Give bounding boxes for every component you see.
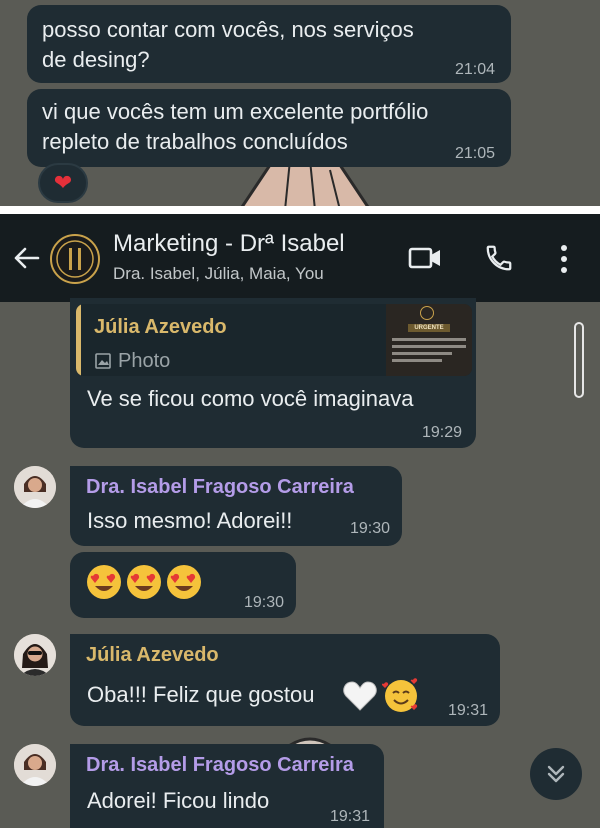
smiling-face-with-hearts-emoji-icon — [382, 678, 418, 712]
message-text: Adorei! Ficou lindo — [87, 788, 270, 813]
message-time: 19:31 — [447, 702, 488, 719]
reply-message-bubble[interactable]: Júlia Azevedo Photo URGENTE Ve se ficou … — [70, 298, 476, 448]
heart-eyes-emoji-icon — [127, 565, 161, 599]
phone-call-icon[interactable] — [484, 243, 514, 273]
isabel-avatar-icon — [14, 466, 56, 508]
message-sender: Dra. Isabel Fragoso Carreira — [86, 754, 354, 776]
thumbnail-text — [392, 352, 452, 355]
scroll-to-bottom-button[interactable] — [530, 748, 582, 800]
heart-eyes-emoji-icon — [87, 565, 121, 599]
quote-type: Photo — [118, 350, 171, 372]
message-bubble[interactable]: vi que vocês tem um excelente portfólio … — [27, 89, 511, 167]
chat-participants[interactable]: Dra. Isabel, Júlia, Maia, You — [113, 264, 324, 284]
julia-avatar-icon — [14, 634, 56, 676]
message-bubble[interactable]: Dra. Isabel Fragoso Carreira Adorei! Fic… — [70, 744, 384, 828]
message-time: 21:04 — [454, 61, 495, 78]
heart-reaction[interactable]: ❤ — [38, 163, 88, 203]
thumbnail-text — [392, 359, 442, 362]
quoted-message[interactable]: Júlia Azevedo Photo URGENTE — [76, 304, 472, 376]
thumbnail-badge: URGENTE — [408, 324, 450, 332]
message-bubble[interactable]: Júlia Azevedo Oba!!! Feliz que gostou 19… — [70, 634, 500, 726]
message-bubble[interactable]: Dra. Isabel Fragoso Carreira Isso mesmo!… — [70, 466, 402, 546]
top-chat-panel: posso contar com vocês, nos serviços de … — [0, 0, 600, 206]
message-sender: Júlia Azevedo — [86, 644, 219, 666]
photo-icon — [95, 353, 111, 369]
avatar[interactable] — [14, 634, 56, 676]
avatar[interactable] — [14, 466, 56, 508]
quote-sender: Júlia Azevedo — [94, 316, 227, 338]
more-options-icon[interactable] — [558, 244, 570, 274]
thumbnail-logo — [420, 306, 434, 320]
message-time: 19:30 — [243, 594, 284, 611]
video-call-icon[interactable] — [408, 246, 442, 270]
heart-eyes-emoji-icon — [167, 565, 201, 599]
thumbnail-text — [392, 345, 466, 348]
isabel-avatar-icon — [14, 744, 56, 786]
quote-thumbnail[interactable]: URGENTE — [386, 304, 472, 376]
group-avatar-logo[interactable] — [50, 234, 100, 284]
chat-title[interactable]: Marketing - Drª Isabel — [113, 230, 345, 258]
message-sender: Dra. Isabel Fragoso Carreira — [86, 476, 354, 498]
emoji-row — [86, 564, 202, 600]
back-arrow-icon[interactable] — [12, 244, 40, 272]
quote-accent-bar — [76, 304, 81, 376]
message-bubble[interactable]: posso contar com vocês, nos serviços de … — [27, 5, 511, 83]
message-time: 19:29 — [421, 424, 462, 441]
message-time: 21:05 — [454, 145, 495, 162]
chat-header: Marketing - Drª Isabel Dra. Isabel, Júli… — [0, 214, 600, 302]
avatar[interactable] — [14, 744, 56, 786]
message-bubble[interactable]: 19:30 — [70, 552, 296, 618]
white-heart-emoji-icon — [343, 681, 377, 711]
message-time: 19:30 — [349, 520, 390, 537]
thumbnail-text — [392, 338, 466, 341]
double-chevron-down-icon — [547, 765, 565, 783]
message-text: Oba!!! Feliz que gostou — [87, 682, 315, 707]
heart-icon: ❤ — [53, 170, 73, 195]
message-text: posso contar com vocês, nos serviços de … — [42, 17, 414, 72]
message-text: Isso mesmo! Adorei!! — [87, 508, 293, 533]
message-text: vi que vocês tem um excelente portfólio … — [42, 99, 429, 154]
message-time: 19:31 — [329, 808, 370, 825]
group-chat-screen: Marketing - Drª Isabel Dra. Isabel, Júli… — [0, 214, 600, 828]
message-text: Ve se ficou como você imaginava — [87, 386, 414, 411]
scrollbar[interactable] — [574, 322, 584, 398]
